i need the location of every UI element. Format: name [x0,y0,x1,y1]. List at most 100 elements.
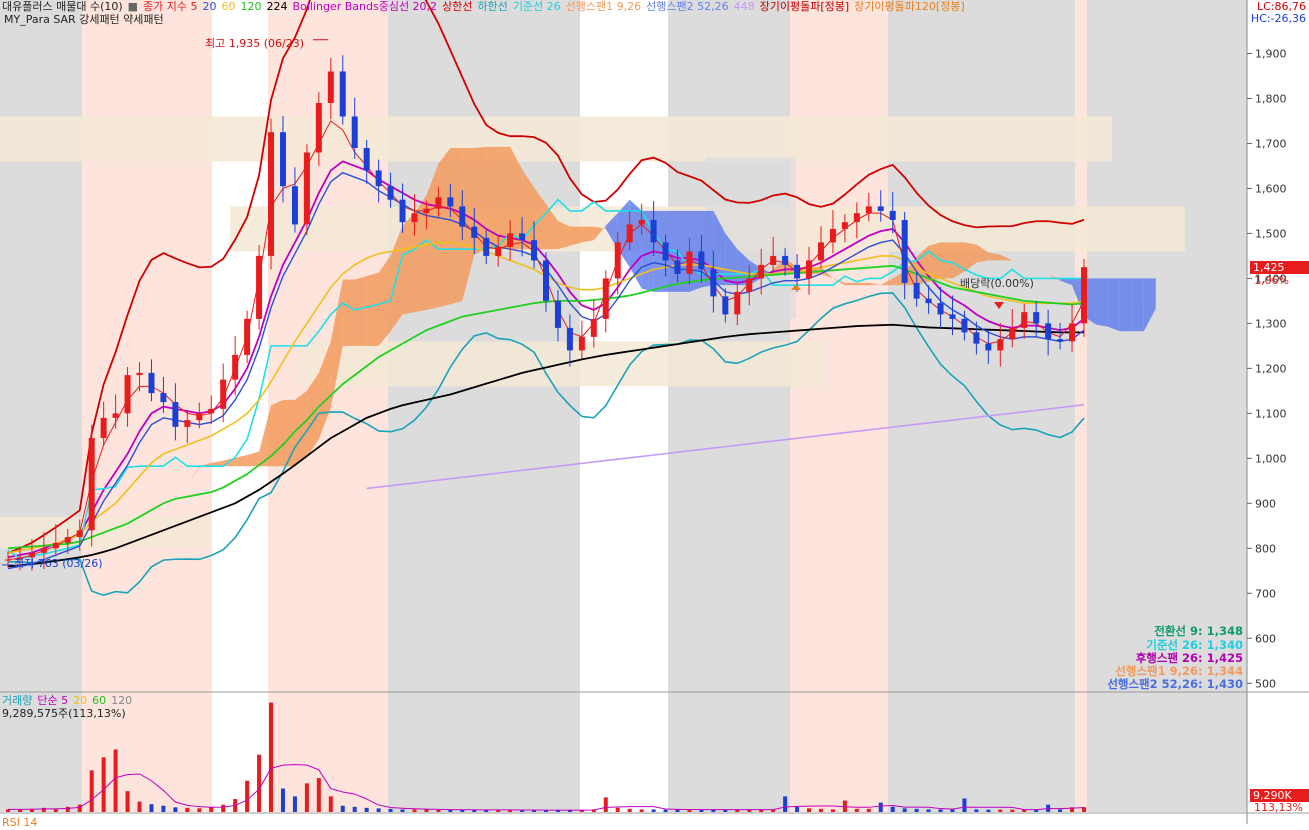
candle-body [734,291,741,315]
volume-bar [364,807,369,812]
volume-bar [101,757,106,812]
y-tick-label: 1,100 [1255,407,1287,420]
high-annotation: 최고 1,935 (06/23) [205,37,305,50]
candle-body [1081,267,1087,324]
volume-bar [292,796,297,812]
candle-body [112,413,119,418]
volume-legend-item[interactable]: 60 [92,694,106,707]
candle-body [674,260,681,274]
candle-body [351,116,358,148]
volume-bar [113,749,118,812]
price-legend-item[interactable]: 장기이평돌파120[정봉] [854,0,965,13]
volume-bar [376,808,381,812]
volume-bar [77,804,82,812]
volume-bar [400,809,405,812]
price-chart-canvas[interactable]: 5006007008009001,0001,1001,2001,3001,400… [0,0,1309,824]
volume-bar [436,809,441,812]
volume-bar [149,804,154,812]
candle-body [363,147,370,171]
volume-bar [651,809,656,812]
volume-bar [257,754,262,812]
dividend-annotation: 배당락(0.00%) [960,277,1034,290]
volume-legend-item[interactable]: 120 [111,694,132,707]
volume-bar [304,783,309,812]
candle-body [949,314,956,319]
candle-body [578,336,585,351]
price-legend-item[interactable]: 기준선 26 [513,0,561,13]
volume-bar [245,780,250,812]
candle-body [626,224,633,243]
candle-body [40,548,47,553]
ichimoku-cloud [569,226,582,246]
hc-readout: HC:-26,36 [1250,12,1306,25]
volume-bar [926,809,931,812]
volume-bar [974,809,979,812]
ichimoku-cloud [438,147,451,308]
y-tick-label: 1,900 [1255,47,1287,60]
price-legend-item[interactable]: 224 [267,0,288,13]
candle-body [554,300,561,328]
low-annotation: 최저 763 (03/26) [14,557,103,570]
price-legend-item[interactable]: 하한선 [477,0,507,13]
volume-value: 9,289,575주(113,13%) [2,707,126,720]
price-legend-item[interactable]: 120 [241,0,262,13]
volume-bar [639,809,644,812]
price-legend-item[interactable]: 448 [734,0,755,13]
volume-bar [460,809,465,812]
candle-body [806,260,813,279]
candle-body [590,318,597,337]
price-legend-item[interactable]: 선행스팬2 52,26 [646,0,728,13]
volume-bar [986,809,991,812]
price-legend-item[interactable]: 20 [203,0,217,13]
sar-legend: MY_Para SAR 강세패턴 약세패턴 [4,13,164,26]
ichimoku-cloud [581,226,594,243]
price-legend-item[interactable]: 장기이평돌파[정봉] [760,0,850,13]
price-tag: 1,425 [1250,261,1309,274]
span2-label: 선행스팬2 52,26: 1,430 [1107,677,1243,691]
volume-bar [388,808,393,812]
candle-body [76,530,83,538]
price-legend-item[interactable]: Bollinger Bands중심선 20,2 [293,0,438,13]
candle-body [232,354,239,380]
candle-body [997,339,1004,351]
rsi-legend: RSI 14 [2,816,38,829]
candle-body [1057,339,1064,342]
y-tick-label: 1,600 [1255,182,1287,195]
candle-body [411,213,418,223]
candle-body [973,332,980,344]
volume-bar [161,805,166,812]
candle-body [853,213,860,223]
candle-body [614,242,621,279]
candle-body [794,264,801,279]
volume-bar [1058,809,1063,812]
price-pct: 1,06% [1254,274,1289,287]
candle-body [124,375,131,414]
candle-body [519,233,526,241]
kijun-label: 기준선 26: 1,340 [1146,638,1243,652]
price-legend-item[interactable]: 60 [222,0,236,13]
volume-bar [340,805,345,812]
candle-body [148,372,155,394]
candle-body [1033,312,1040,324]
volume-bar [830,809,835,812]
volume-legend-item[interactable]: 거래량 [2,694,32,707]
volume-legend-item[interactable]: 20 [73,694,87,707]
y-tick-label: 1,700 [1255,137,1287,150]
volume-bar [854,808,859,812]
price-legend-item[interactable]: ■ [128,0,138,13]
volume-bar [866,808,871,812]
price-legend-item[interactable]: 선행스팬1 9,26 [566,0,641,13]
candle-body [841,222,848,229]
volume-bar [185,807,190,812]
candle-body [817,242,824,261]
candle-body [829,228,836,243]
price-legend-item[interactable]: 종가 지수 5 [143,0,197,13]
volume-bar [125,791,130,812]
price-legend-item[interactable]: 상한선 [442,0,472,13]
volume-legend-item[interactable]: 단순 5 [37,694,68,707]
candle-body [961,318,968,333]
volume-legend: 거래량 단순 5 20 60 120 [2,694,137,708]
volume-bar [221,804,226,812]
candle-body [662,242,669,261]
price-legend-item[interactable]: 대유플러스 매물대 수(10) [2,0,123,13]
